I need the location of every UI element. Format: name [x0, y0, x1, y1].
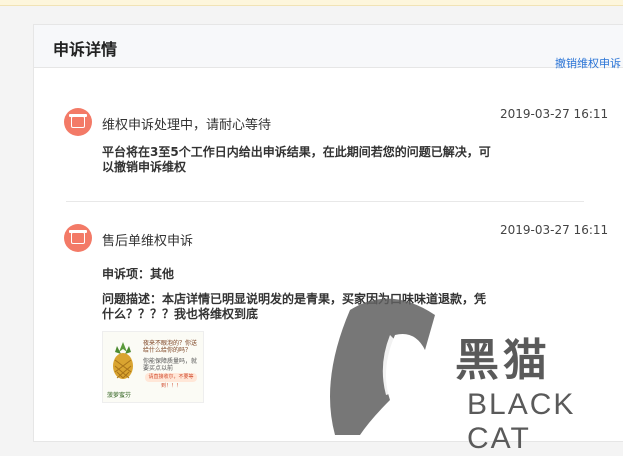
watermark-cn-text: 黑猫 [455, 335, 551, 386]
entry-body-line: 平台将在3至5个工作日内给出申诉结果，在此期间若您的问题已解决，可 [102, 145, 491, 159]
evidence-image-thumbnail[interactable]: 夜来不眼泡的？你送给什么给你的吗？ 你能保障质量吗，就要买点以前 请直接收尔，不… [102, 331, 204, 403]
shop-avatar-icon [64, 108, 92, 136]
entry-body-line: 以撤销申诉维权 [102, 160, 187, 174]
top-strip [0, 0, 623, 6]
entry-timestamp: 2019-03-27 16:11 [500, 107, 609, 121]
page-title: 申诉详情 [53, 40, 118, 59]
entry-timestamp: 2019-03-27 16:11 [500, 223, 609, 237]
card-header: 申诉详情 [34, 25, 623, 68]
black-cat-logo-icon [330, 298, 435, 435]
thumbnail-pill: 请直接收尔，不要等到！！！ [145, 373, 197, 389]
revoke-appeal-link[interactable]: 撤销维权申诉 [555, 55, 621, 71]
entry-title: 维权申诉处理中，请耐心等待 [102, 118, 272, 133]
thumbnail-corner-text: 菠萝蜜芬 [107, 392, 132, 399]
watermark-en-text: BLACK CAT [467, 388, 576, 455]
problem-description-line: 什么？？？？我也将维权到底 [102, 307, 259, 321]
shop-avatar-icon [64, 224, 92, 252]
entry-title: 售后单维权申诉 [102, 234, 194, 249]
divider [66, 201, 584, 202]
thumbnail-banner-text: 夜来不眼泡的？你送给什么给你的吗？ [143, 340, 198, 354]
appeal-item: 申诉项：其他 [102, 267, 175, 281]
pineapple-image [113, 342, 133, 379]
thumbnail-sub-text: 你能保障质量吗，就要买点以前 [143, 358, 198, 372]
